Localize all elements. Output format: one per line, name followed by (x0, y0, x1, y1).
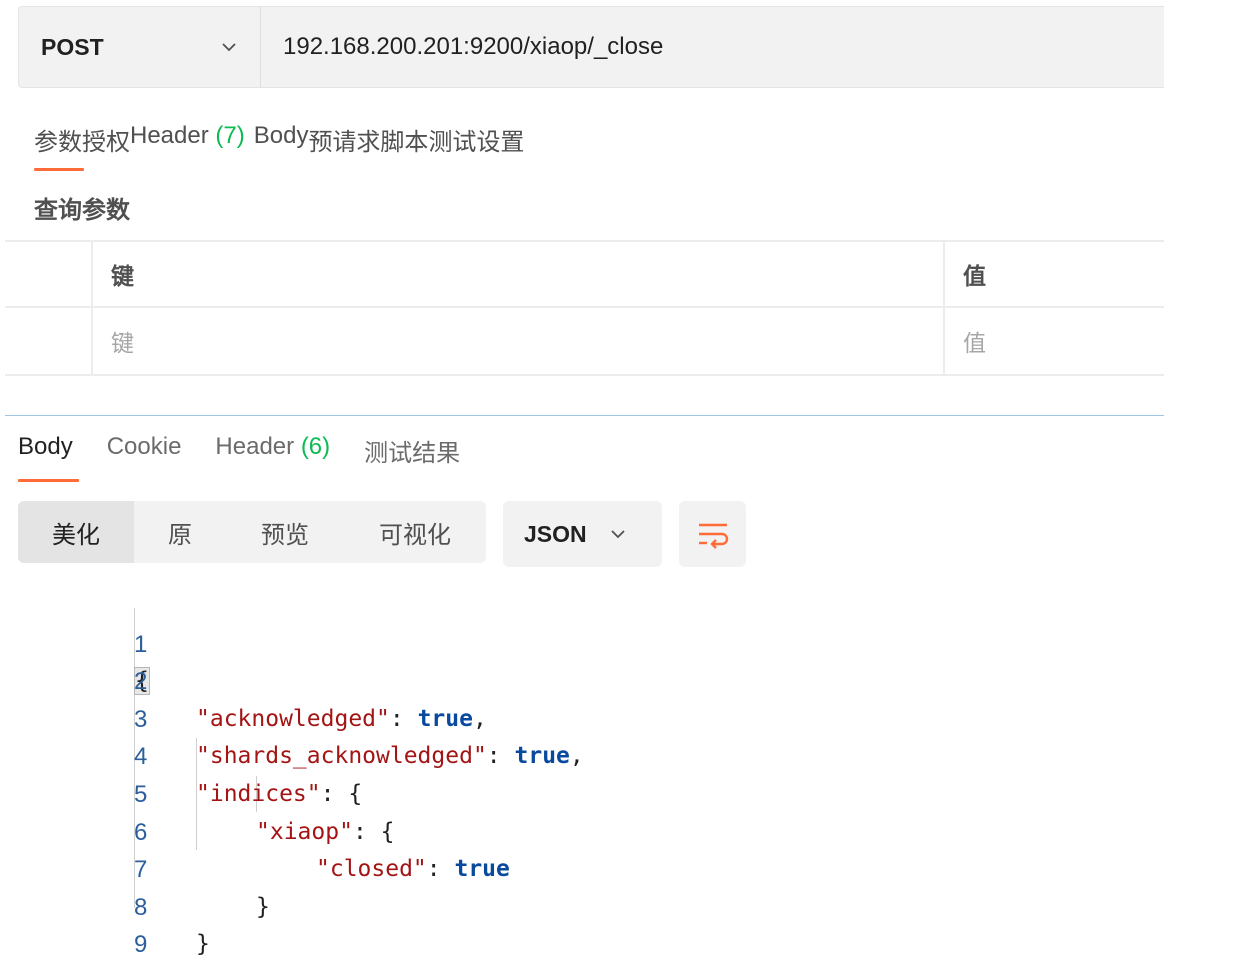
response-tabs: Body Cookie Header (6) 测试结果 (18, 433, 494, 468)
json-key: "indices" (196, 780, 321, 807)
tab-headers[interactable]: Header (7) (130, 122, 245, 157)
code-text: "indices": { (196, 776, 362, 814)
code-line: 2 "acknowledged": true, (0, 626, 487, 732)
json-punctuation: : (426, 856, 455, 883)
json-key: "xiaop" (256, 818, 353, 845)
query-params-table: 键 值 键 值 (5, 240, 1164, 376)
query-params-title: 查询参数 (34, 197, 130, 224)
code-text: "shards_acknowledged": true, (196, 738, 584, 776)
table-row: 键 值 (5, 308, 1164, 376)
code-line: 1 { (0, 588, 150, 696)
tab-auth[interactable]: 授权 (82, 122, 130, 157)
line-number: 6 (134, 818, 148, 846)
code-line: 4 "indices": { (0, 701, 362, 807)
value-input[interactable]: 值 (945, 308, 1164, 374)
json-key: "shards_acknowledged" (196, 743, 487, 770)
language-select[interactable]: JSON (503, 501, 662, 567)
wrap-lines-icon (698, 523, 728, 549)
visualize-button[interactable]: 可视化 (344, 501, 486, 563)
line-number: 1 (134, 630, 148, 658)
line-number: 3 (134, 705, 148, 733)
code-line: 9 } (0, 889, 147, 958)
request-tabs: 参数 授权 Header (7) Body 预请求脚本 测试 设置 (34, 122, 524, 157)
tab-headers-count: (7) (215, 122, 245, 149)
tab-headers-label: Header (130, 122, 209, 149)
json-keyword: true (514, 743, 570, 770)
json-punctuation: , (472, 705, 487, 732)
line-number: 5 (134, 780, 148, 808)
request-url-bar: POST 192.168.200.201:9200/xiaop/_close (18, 6, 1164, 88)
code-text: } (196, 931, 210, 958)
tab-settings[interactable]: 设置 (476, 122, 524, 157)
line-number: 8 (134, 893, 148, 921)
pretty-button[interactable]: 美化 (18, 501, 134, 563)
response-tab-headers[interactable]: Header (6) (215, 433, 330, 468)
json-punctuation: : (389, 705, 418, 732)
language-label: JSON (524, 520, 587, 547)
response-tab-cookies[interactable]: Cookie (107, 433, 182, 468)
response-tab-body[interactable]: Body (18, 433, 73, 468)
code-line: 3 "shards_acknowledged": true, (0, 663, 584, 770)
line-number: 2 (134, 668, 148, 696)
code-line: 5 "xiaop": { (0, 738, 394, 845)
method-select[interactable]: POST (19, 7, 261, 87)
code-text: "acknowledged": true, (196, 701, 487, 739)
tab-params[interactable]: 参数 (34, 122, 82, 157)
response-active-tab-indicator (18, 479, 79, 482)
row-checkbox-cell[interactable] (5, 308, 93, 374)
code-line: 7 } (0, 814, 270, 920)
json-punctuation: : { (320, 780, 363, 807)
line-number: 4 (134, 743, 148, 771)
chevron-down-icon (222, 43, 236, 52)
json-key: "acknowledged" (196, 705, 390, 732)
code-line: 8 } (0, 851, 210, 958)
column-header-value: 值 (963, 263, 986, 289)
response-tab-headers-label: Header (215, 433, 295, 460)
preview-button[interactable]: 预览 (226, 501, 344, 563)
code-line: 6 "closed": true (0, 776, 510, 883)
active-tab-indicator (34, 168, 84, 171)
pane-divider[interactable] (5, 415, 1164, 416)
tab-pre-request-script[interactable]: 预请求脚本 (308, 122, 428, 157)
json-punctuation: : (486, 743, 515, 770)
code-text: } (256, 893, 270, 920)
tab-body[interactable]: Body (254, 122, 309, 157)
table-check-column (5, 242, 93, 306)
key-input[interactable]: 键 (93, 308, 945, 374)
chevron-down-icon (611, 530, 625, 539)
method-label: POST (41, 33, 104, 60)
column-header-key: 键 (93, 242, 945, 306)
table-header-row: 键 值 (5, 240, 1164, 308)
json-punctuation: , (569, 743, 584, 770)
view-mode-segmented-control: 美化 原 预览 可视化 (18, 501, 486, 563)
wrap-lines-button[interactable] (679, 501, 746, 567)
json-punctuation: : { (352, 818, 395, 845)
line-number: 7 (134, 856, 148, 884)
line-number: 9 (134, 931, 148, 959)
json-key: "closed" (316, 856, 427, 883)
url-input[interactable]: 192.168.200.201:9200/xiaop/_close (261, 7, 1164, 87)
tab-tests[interactable]: 测试 (428, 122, 476, 157)
raw-button[interactable]: 原 (134, 501, 226, 563)
code-text: "closed": true (316, 851, 510, 889)
response-tab-test-results[interactable]: 测试结果 (364, 433, 460, 468)
json-keyword: true (417, 705, 473, 732)
json-keyword: true (454, 856, 510, 883)
code-text: "xiaop": { (256, 814, 394, 852)
response-tab-headers-count: (6) (300, 433, 331, 460)
